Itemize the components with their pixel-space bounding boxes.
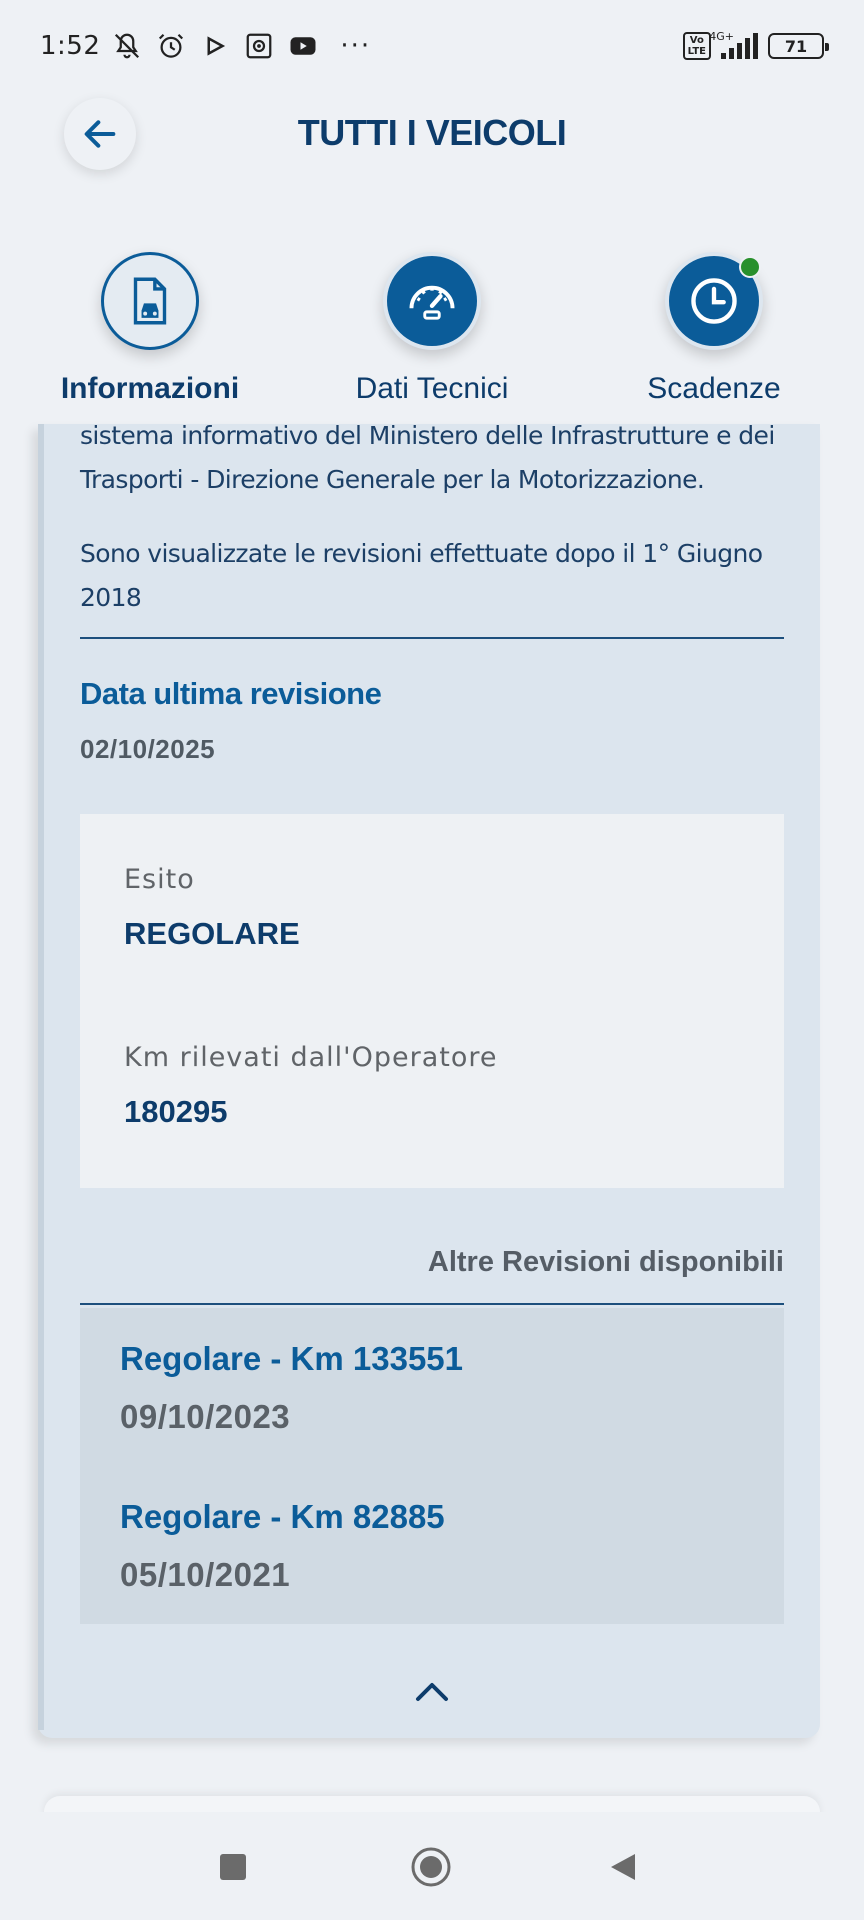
revision-details: Esito REGOLARE Km rilevati dall'Operator… — [80, 814, 784, 1188]
status-time: 1:52 — [40, 31, 101, 61]
screen-record-icon — [247, 33, 272, 59]
divider — [80, 1303, 784, 1305]
revision-date: 05/10/2021 — [120, 1556, 291, 1593]
chevron-up-icon — [416, 1683, 448, 1701]
document-car-icon — [133, 277, 167, 325]
recents-button[interactable] — [208, 1842, 258, 1892]
clock-icon — [691, 278, 737, 324]
tab-label: Dati Tecnici — [355, 372, 509, 405]
esito-value: REGOLARE — [124, 916, 300, 951]
back-nav-button[interactable] — [598, 1842, 648, 1892]
speedometer-icon — [409, 285, 455, 320]
km-value: 180295 — [124, 1094, 228, 1129]
info-text-line: Trasporti - Direzione Generale per la Mo… — [80, 465, 705, 494]
tab-label: Informazioni — [60, 372, 240, 405]
alarm-icon — [159, 33, 184, 58]
esito-label: Esito — [124, 864, 195, 895]
revision-date: 09/10/2023 — [120, 1398, 291, 1435]
square-icon — [220, 1854, 246, 1880]
last-revision-date: 02/10/2025 — [80, 734, 216, 764]
other-revisions-list: Regolare - Km 133551 09/10/2023 Regolare… — [80, 1308, 784, 1624]
last-revision-title: Data ultima revisione — [80, 676, 382, 711]
tab-dati-tecnici[interactable]: Dati Tecnici — [322, 252, 542, 406]
triangle-back-icon — [611, 1854, 635, 1880]
volte-icon: Vo LTE — [682, 32, 711, 60]
notification-dot — [739, 256, 761, 278]
collapse-button[interactable] — [412, 1676, 452, 1706]
divider — [80, 637, 784, 639]
circle-icon — [411, 1847, 451, 1887]
km-label: Km rilevati dall'Operatore — [124, 1042, 498, 1073]
revision-title: Regolare - Km 133551 — [120, 1340, 464, 1377]
network-type: 4G+ — [709, 30, 734, 43]
info-text-line: 2018 — [80, 583, 142, 612]
more-notifications-icon: ··· — [340, 31, 372, 61]
system-nav-bar — [0, 1812, 864, 1920]
info-text-line: Sono visualizzate le revisioni effettuat… — [80, 539, 763, 568]
play-store-icon — [207, 36, 226, 56]
bell-off-icon — [115, 33, 140, 59]
status-bar: 1:52 ··· Vo LTE 4G+ 71 — [0, 0, 864, 92]
battery-level: 71 — [784, 36, 808, 56]
other-revisions-link[interactable]: Altre Revisioni disponibili — [428, 1246, 784, 1279]
info-text-line: sistema informativo del Ministero delle … — [80, 421, 775, 450]
tab-informazioni[interactable]: Informazioni — [40, 252, 260, 406]
battery-icon: 71 — [768, 33, 829, 59]
tab-scadenze[interactable]: Scadenze — [604, 252, 824, 406]
page-title: TUTTI I VEICOLI — [297, 112, 567, 153]
home-button[interactable] — [406, 1842, 456, 1892]
youtube-icon — [290, 37, 316, 55]
tab-label: Scadenze — [647, 372, 781, 405]
revision-title: Regolare - Km 82885 — [120, 1498, 445, 1535]
